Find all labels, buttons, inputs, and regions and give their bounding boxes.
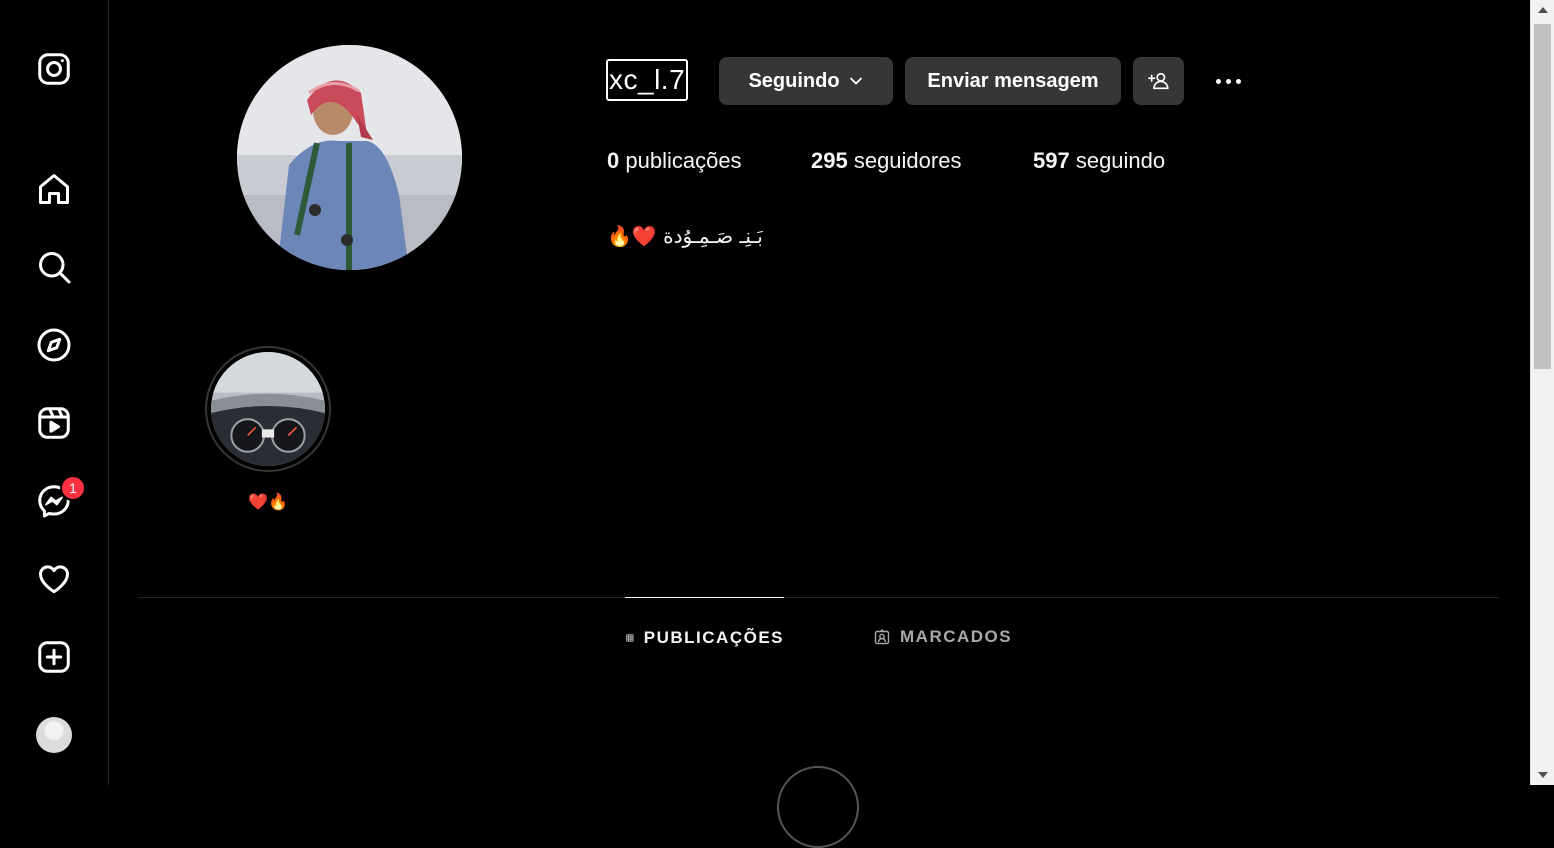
followers-link[interactable]: 295 seguidores <box>811 148 1033 174</box>
following-count-value: 597 <box>1033 148 1070 173</box>
profile-stats: 0 publicações 295 seguidores 597 seguind… <box>607 148 1165 174</box>
followers-label: seguidores <box>847 148 962 173</box>
following-button[interactable]: Seguindo <box>719 57 893 105</box>
home-icon[interactable] <box>34 169 74 209</box>
scroll-down-arrow-icon[interactable] <box>1538 772 1548 778</box>
reels-icon[interactable] <box>34 403 74 443</box>
tab-tagged[interactable]: MARCADOS <box>874 597 1012 677</box>
tab-posts[interactable]: PUBLICAÇÕES <box>625 597 784 677</box>
posts-count-value: 0 <box>607 148 620 173</box>
sidebar-nav: 1 <box>0 0 109 785</box>
page-scrollbar[interactable] <box>1530 0 1554 785</box>
messenger-icon[interactable]: 1 <box>34 475 86 521</box>
profile-picture[interactable] <box>237 45 462 270</box>
unread-messages-badge: 1 <box>60 475 86 501</box>
profile-bio: 🔥❤️ بَـنِـ صَـمِـوُدة <box>607 224 763 248</box>
more-options-button[interactable] <box>1210 68 1246 94</box>
grid-icon <box>626 634 634 642</box>
loading-spinner <box>777 766 859 848</box>
dot <box>1215 78 1221 84</box>
instagram-logo-icon[interactable] <box>34 49 74 89</box>
tabs-divider <box>138 597 1499 598</box>
highlight-label: ❤️🔥 <box>248 492 288 511</box>
following-button-label: Seguindo <box>748 69 840 92</box>
tab-posts-label: PUBLICAÇÕES <box>643 628 784 647</box>
scroll-thumb[interactable] <box>1534 24 1551 369</box>
dot <box>1235 78 1241 84</box>
highlight-cover-image <box>211 352 325 466</box>
scroll-up-arrow-icon[interactable] <box>1538 7 1548 13</box>
story-highlight[interactable]: ❤️🔥 <box>205 346 331 511</box>
explore-icon[interactable] <box>34 325 74 365</box>
chevron-down-icon <box>849 77 862 85</box>
posts-count: 0 publicações <box>607 148 811 174</box>
avatar <box>36 717 72 753</box>
create-icon[interactable] <box>34 637 74 677</box>
tab-tagged-label: MARCADOS <box>900 627 1013 646</box>
highlight-ring <box>205 346 331 472</box>
send-message-button[interactable]: Enviar mensagem <box>905 57 1121 105</box>
send-message-label: Enviar mensagem <box>927 69 1099 92</box>
notifications-heart-icon[interactable] <box>34 559 74 599</box>
following-label: seguindo <box>1069 148 1166 173</box>
tagged-person-icon <box>874 629 890 645</box>
following-link[interactable]: 597 seguindo <box>1033 148 1165 174</box>
followers-count-value: 295 <box>811 148 848 173</box>
search-icon[interactable] <box>34 247 74 287</box>
profile-username[interactable]: xc_l.7 <box>606 59 689 101</box>
add-person-icon <box>1147 72 1169 90</box>
profile-avatar[interactable] <box>34 715 74 755</box>
posts-count-label: publicações <box>619 148 742 173</box>
dot <box>1225 78 1231 84</box>
suggested-accounts-button[interactable] <box>1133 57 1184 105</box>
